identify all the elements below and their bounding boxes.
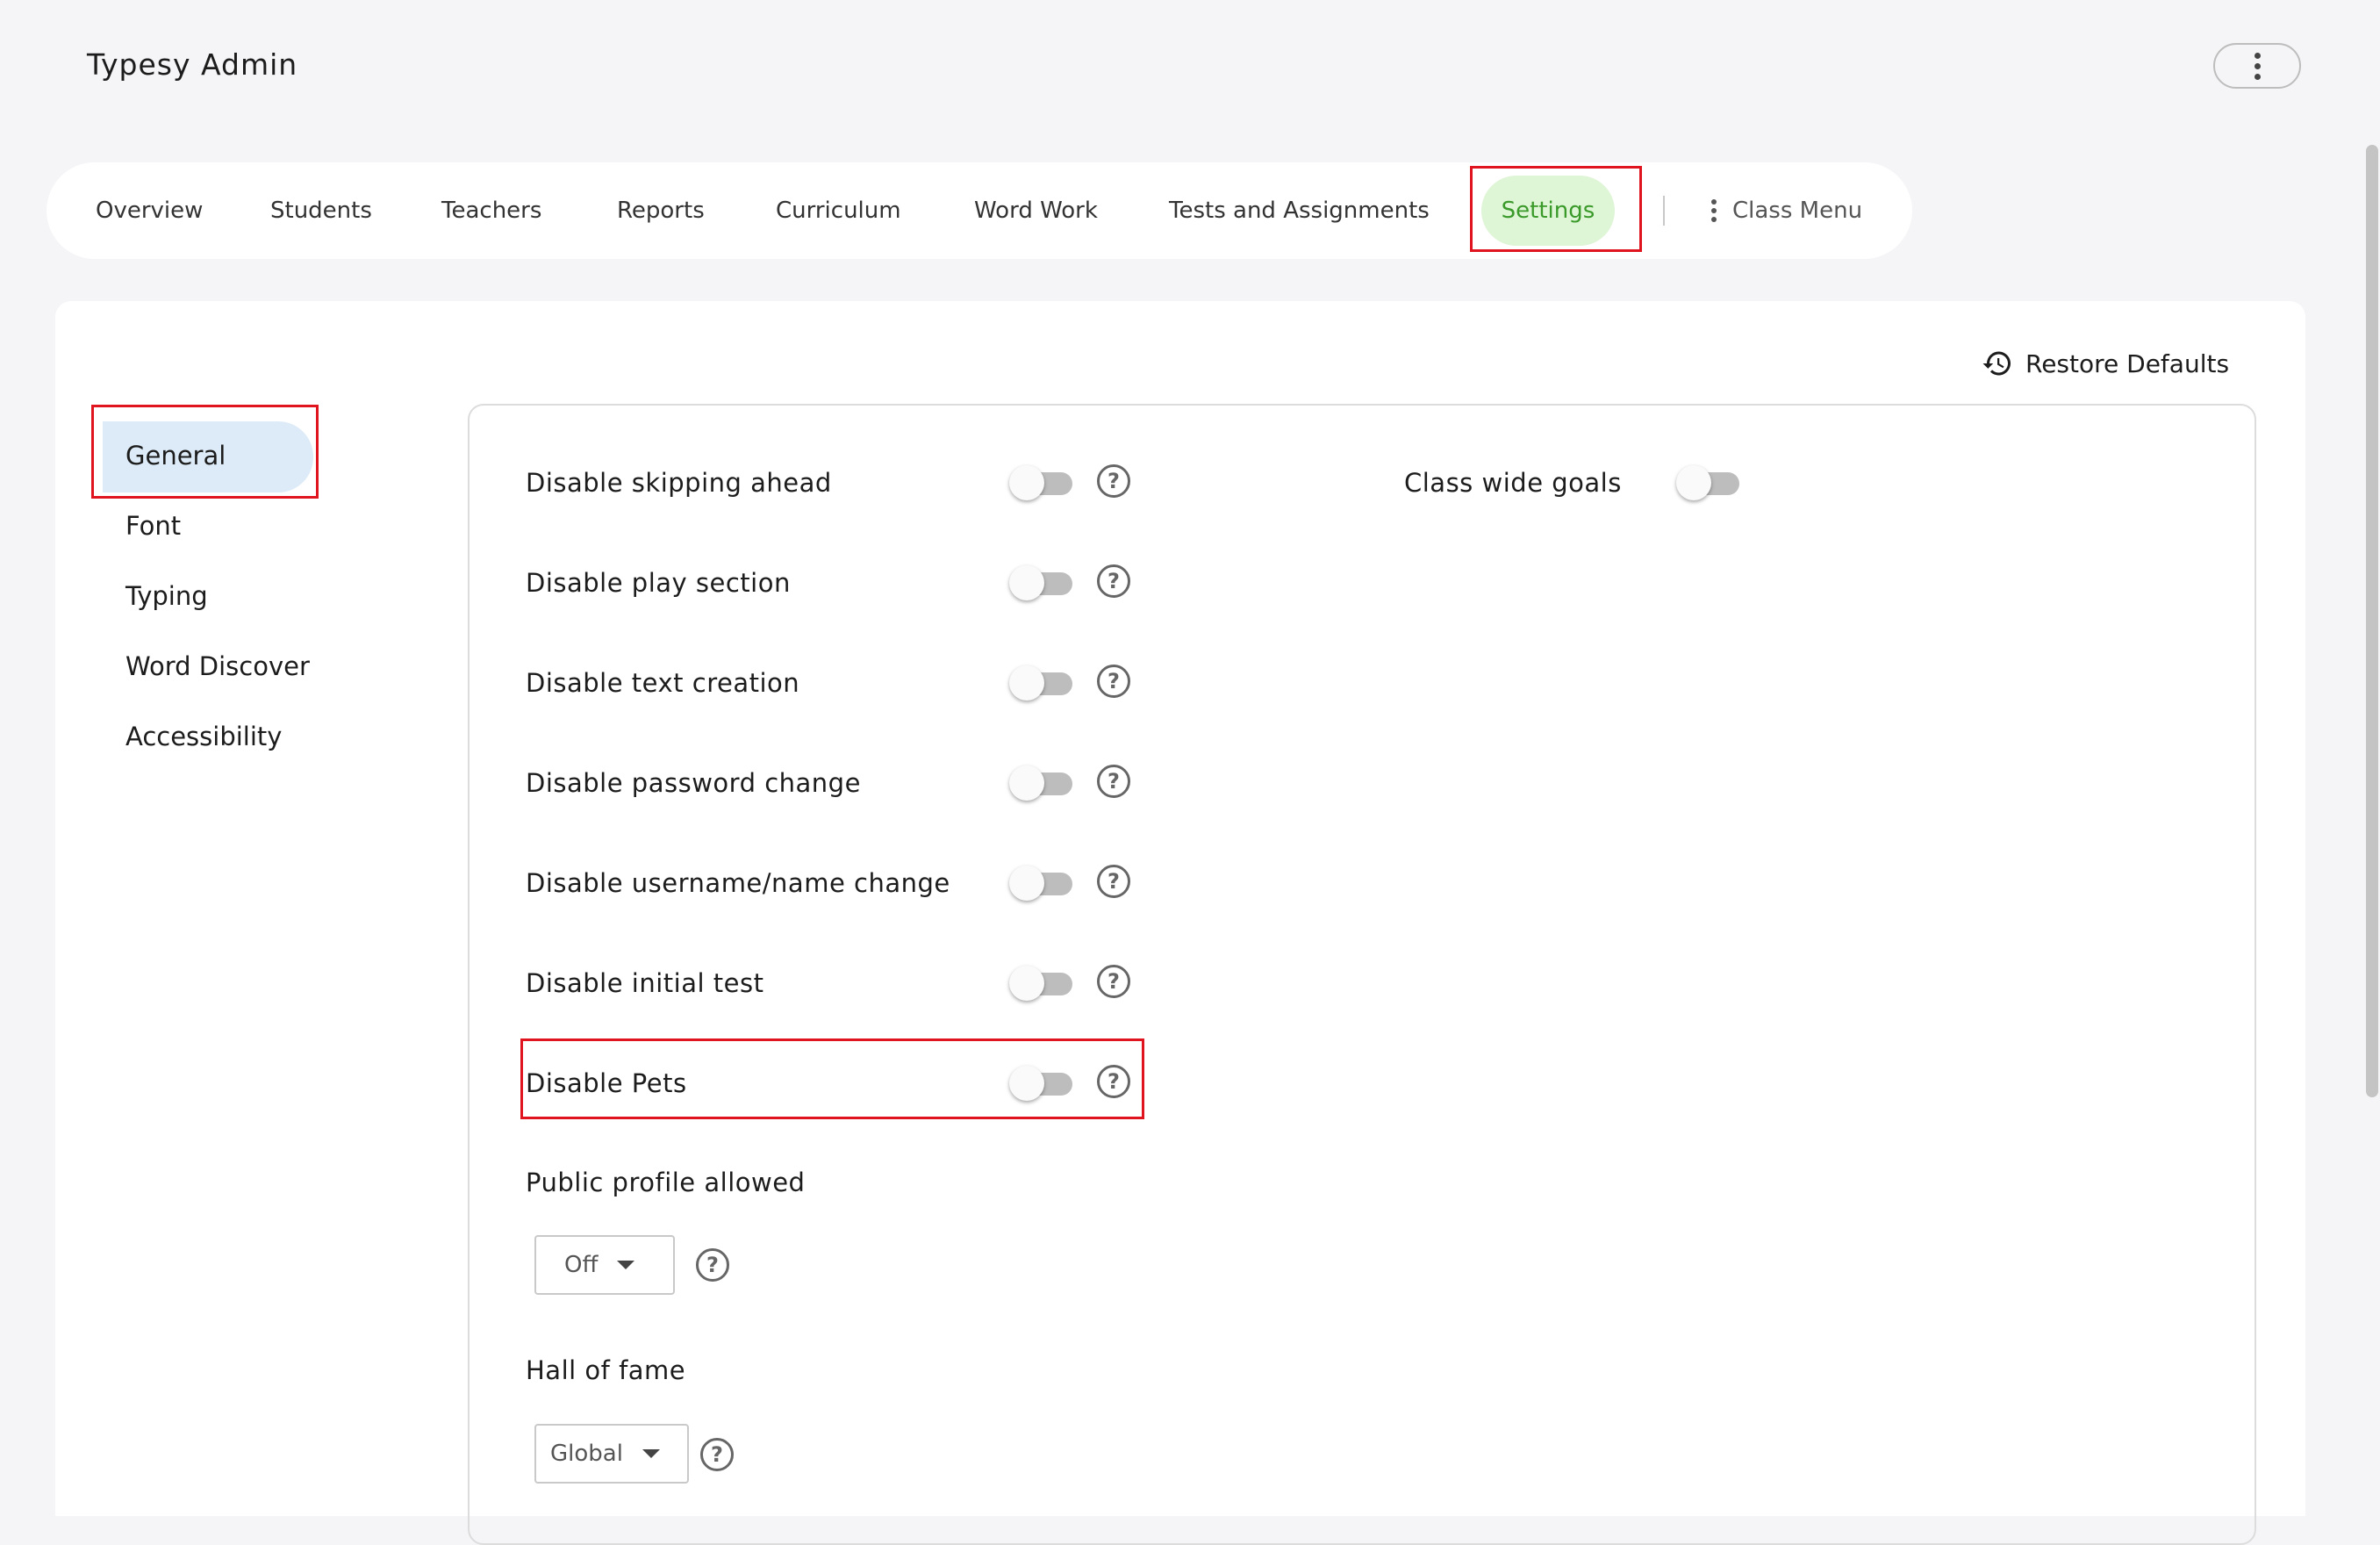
toggle-disable-pets[interactable]	[1009, 1064, 1072, 1103]
restore-defaults-label: Restore Defaults	[2025, 349, 2230, 378]
class-tab-bar: Overview Students Teachers Reports Curri…	[47, 162, 1912, 259]
setting-label-password-change: Disable password change	[526, 768, 861, 798]
setting-label-username-change: Disable username/name change	[526, 868, 950, 898]
sidebar-item-font[interactable]: Font	[125, 507, 181, 545]
setting-label-play-section: Disable play section	[526, 568, 791, 598]
toggle-username-change[interactable]	[1009, 864, 1072, 902]
help-icon[interactable]: ?	[1097, 464, 1130, 498]
sidebar-item-typing[interactable]: Typing	[125, 577, 208, 615]
more-options-button[interactable]	[2213, 43, 2301, 89]
tab-tests-and-assignments[interactable]: Tests and Assignments	[1169, 162, 1430, 259]
toggle-password-change[interactable]	[1009, 764, 1072, 802]
tab-overview[interactable]: Overview	[96, 162, 203, 259]
tab-settings[interactable]: Settings	[1481, 176, 1615, 246]
help-icon[interactable]: ?	[1097, 965, 1130, 998]
tab-reports[interactable]: Reports	[617, 162, 705, 259]
hall-of-fame-value: Global	[550, 1441, 623, 1467]
class-menu-label: Class Menu	[1732, 198, 1863, 224]
help-icon[interactable]: ?	[1097, 564, 1130, 598]
help-icon[interactable]: ?	[1097, 665, 1130, 698]
help-icon[interactable]: ?	[1097, 865, 1130, 898]
page-scrollbar[interactable]	[2366, 145, 2378, 1097]
sidebar-item-accessibility[interactable]: Accessibility	[125, 717, 282, 756]
restore-defaults-button[interactable]: Restore Defaults	[1982, 345, 2229, 382]
setting-label-initial-test: Disable initial test	[526, 968, 764, 998]
help-icon[interactable]: ?	[700, 1438, 734, 1471]
toggle-class-wide-goals[interactable]	[1676, 464, 1739, 502]
sidebar-item-general[interactable]: General	[125, 436, 226, 475]
public-profile-value: Off	[564, 1252, 599, 1278]
caret-down-icon	[617, 1261, 635, 1269]
toggle-text-creation[interactable]	[1009, 664, 1072, 702]
toggle-initial-test[interactable]	[1009, 964, 1072, 1002]
setting-label-class-wide-goals: Class wide goals	[1404, 468, 1622, 498]
tab-teachers[interactable]: Teachers	[441, 162, 541, 259]
class-menu-button[interactable]: Class Menu	[1711, 162, 1862, 259]
caret-down-icon	[642, 1449, 660, 1458]
history-icon	[1982, 351, 2011, 376]
public-profile-label: Public profile allowed	[526, 1168, 806, 1197]
help-icon[interactable]: ?	[1097, 765, 1130, 798]
setting-label-disable-pets: Disable Pets	[526, 1068, 687, 1098]
hall-of-fame-select[interactable]: Global	[534, 1424, 689, 1484]
help-icon[interactable]: ?	[1097, 1065, 1130, 1098]
more-vertical-icon	[2254, 52, 2261, 80]
toggle-play-section[interactable]	[1009, 564, 1072, 602]
tab-curriculum[interactable]: Curriculum	[776, 162, 901, 259]
help-icon[interactable]: ?	[696, 1248, 729, 1282]
tab-word-work[interactable]: Word Work	[974, 162, 1098, 259]
public-profile-select[interactable]: Off	[534, 1235, 675, 1295]
more-vertical-icon	[1711, 199, 1717, 222]
app-title: Typesy Admin	[87, 47, 298, 82]
tab-divider	[1663, 196, 1665, 226]
toggle-skipping-ahead[interactable]	[1009, 464, 1072, 502]
sidebar-item-word-discover[interactable]: Word Discover	[125, 647, 310, 686]
setting-label-text-creation: Disable text creation	[526, 668, 800, 698]
hall-of-fame-label: Hall of fame	[526, 1355, 686, 1385]
tab-students[interactable]: Students	[270, 162, 372, 259]
setting-label-skipping-ahead: Disable skipping ahead	[526, 468, 832, 498]
